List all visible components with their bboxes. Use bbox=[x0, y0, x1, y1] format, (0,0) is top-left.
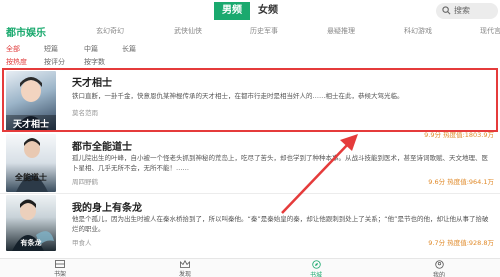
nav-label: 我的 bbox=[432, 272, 445, 277]
nav-bookshelf[interactable]: 书架 bbox=[40, 260, 80, 277]
bottom-navigation: 书架 发现 书城 我的 bbox=[0, 258, 500, 277]
nav-bookstore[interactable]: 书城 bbox=[296, 260, 336, 277]
nav-profile[interactable]: 我的 bbox=[419, 260, 459, 277]
nav-label: 书架 bbox=[53, 271, 66, 277]
nav-label: 书城 bbox=[309, 272, 322, 277]
nav-label: 发现 bbox=[178, 271, 191, 277]
nav-discover[interactable]: 发现 bbox=[165, 260, 205, 277]
annotation-arrow bbox=[281, 134, 358, 214]
compass-icon bbox=[311, 260, 321, 269]
profile-icon bbox=[434, 260, 444, 269]
bookshelf-icon bbox=[55, 260, 65, 268]
crown-icon bbox=[180, 260, 190, 268]
